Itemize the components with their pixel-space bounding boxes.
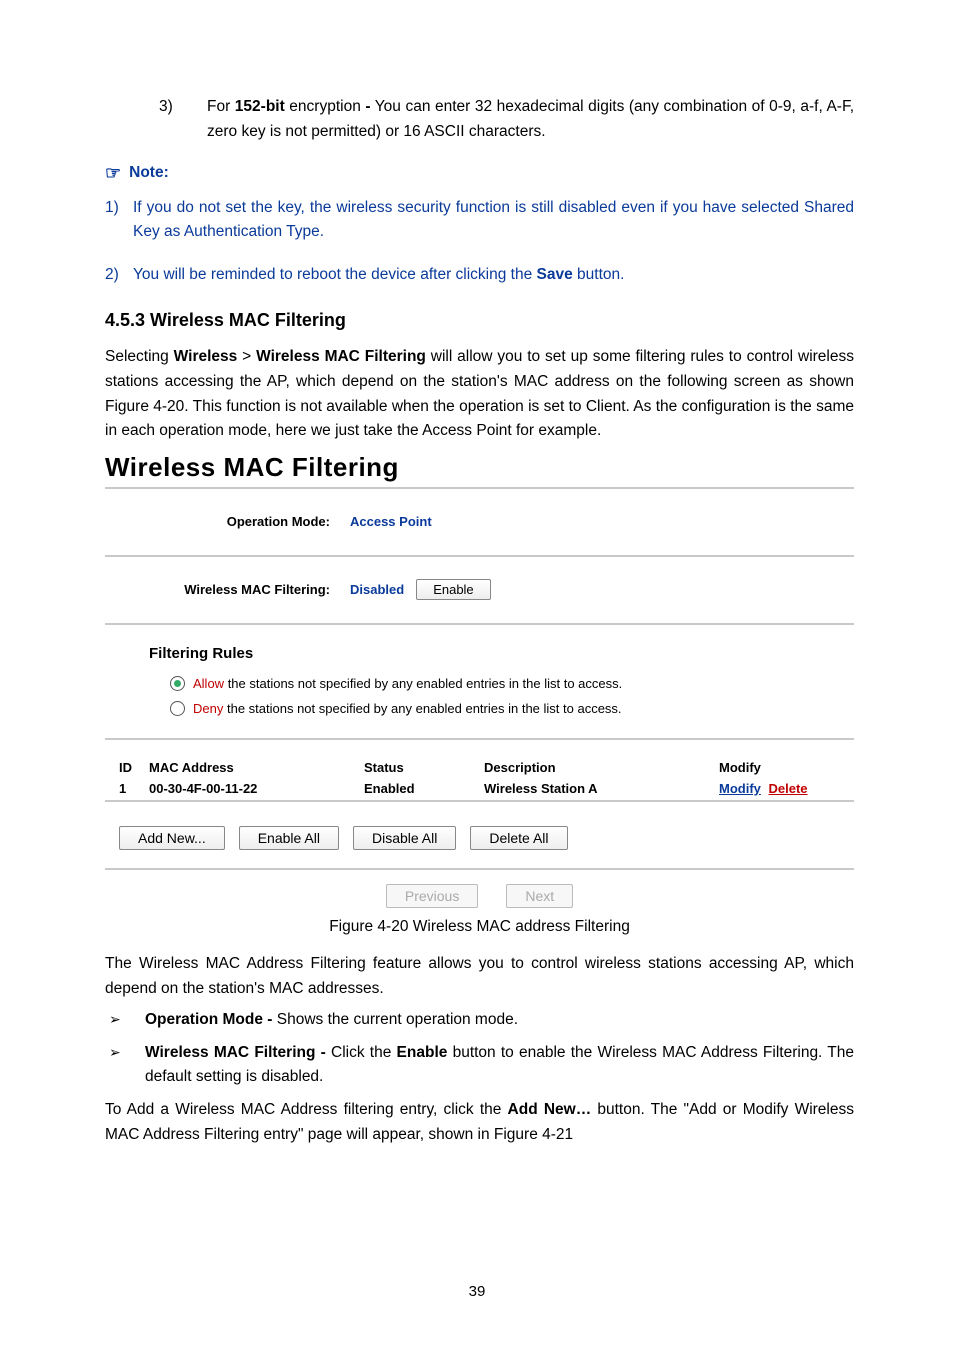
- cell-id: 1: [119, 781, 149, 796]
- table-row: 1 00-30-4F-00-11-22 Enabled Wireless Sta…: [115, 781, 844, 796]
- panel-title: Wireless MAC Filtering: [105, 452, 854, 483]
- operation-mode-label: Operation Mode:: [115, 514, 330, 529]
- cell-modify: Modify Delete: [719, 781, 844, 796]
- col-status: Status: [364, 760, 484, 775]
- filtering-rules-block: Filtering Rules Allow the stations not s…: [105, 625, 854, 740]
- section-heading: 4.5.3 Wireless MAC Filtering: [105, 310, 854, 331]
- list-item-3: 3) For 152-bit encryption - You can ente…: [137, 95, 854, 145]
- mac-filtering-panel: Operation Mode: Access Point Wireless MA…: [105, 487, 854, 910]
- wmf-label: Wireless MAC Filtering:: [115, 582, 330, 597]
- note-item-2: 2) You will be reminded to reboot the de…: [105, 263, 854, 288]
- bullet-operation-mode: ➢ Operation Mode - Shows the current ope…: [105, 1008, 854, 1033]
- note-text: You will be reminded to reboot the devic…: [133, 263, 854, 288]
- filtering-rules-heading: Filtering Rules: [149, 645, 844, 662]
- radio-deny[interactable]: [170, 701, 185, 716]
- next-button[interactable]: Next: [506, 884, 573, 908]
- page-number: 39: [0, 1283, 954, 1300]
- delete-link[interactable]: Delete: [769, 781, 808, 796]
- delete-all-button[interactable]: Delete All: [470, 826, 567, 850]
- note-item-1: 1) If you do not set the key, the wirele…: [105, 196, 854, 246]
- filtering-table-block: ID MAC Address Status Description Modify…: [105, 740, 854, 802]
- enable-all-button[interactable]: Enable All: [239, 826, 339, 850]
- note-label: Note:: [129, 164, 169, 182]
- bullet-arrow-icon: ➢: [105, 1041, 145, 1091]
- col-id: ID: [119, 760, 149, 775]
- cell-status: Enabled: [364, 781, 484, 796]
- note-number: 2): [105, 263, 133, 288]
- after-paragraph: The Wireless MAC Address Filtering featu…: [105, 952, 854, 1002]
- col-description: Description: [484, 760, 719, 775]
- bullet-wmf: ➢ Wireless MAC Filtering - Click the Ena…: [105, 1041, 854, 1091]
- add-new-button[interactable]: Add New...: [119, 826, 225, 850]
- intro-paragraph: Selecting Wireless > Wireless MAC Filter…: [105, 345, 854, 444]
- list-number: 3): [137, 95, 207, 145]
- pointing-hand-icon: ☞: [105, 163, 121, 184]
- disable-all-button[interactable]: Disable All: [353, 826, 456, 850]
- cell-description: Wireless Station A: [484, 781, 719, 796]
- cell-mac: 00-30-4F-00-11-22: [149, 781, 364, 796]
- note-text: If you do not set the key, the wireless …: [133, 196, 854, 246]
- pager-block: Previous Next: [105, 870, 854, 910]
- final-paragraph: To Add a Wireless MAC Address filtering …: [105, 1098, 854, 1148]
- rule-allow-row[interactable]: Allow the stations not specified by any …: [170, 676, 844, 691]
- operation-mode-block: Operation Mode: Access Point: [105, 489, 854, 557]
- figure-caption: Figure 4-20 Wireless MAC address Filteri…: [105, 918, 854, 936]
- previous-button[interactable]: Previous: [386, 884, 478, 908]
- radio-allow[interactable]: [170, 676, 185, 691]
- note-header: ☞ Note:: [105, 163, 854, 184]
- bullet-arrow-icon: ➢: [105, 1008, 145, 1033]
- filtering-status-block: Wireless MAC Filtering: Disabled Enable: [105, 557, 854, 625]
- col-mac: MAC Address: [149, 760, 364, 775]
- enable-button[interactable]: Enable: [416, 579, 490, 600]
- list-text: For 152-bit encryption - You can enter 3…: [207, 95, 854, 145]
- wmf-status-value: Disabled: [350, 582, 404, 597]
- rule-deny-row[interactable]: Deny the stations not specified by any e…: [170, 701, 844, 716]
- col-modify: Modify: [719, 760, 844, 775]
- table-header: ID MAC Address Status Description Modify: [115, 760, 844, 775]
- note-number: 1): [105, 196, 133, 246]
- action-buttons-block: Add New... Enable All Disable All Delete…: [105, 802, 854, 870]
- modify-link[interactable]: Modify: [719, 781, 761, 796]
- operation-mode-value: Access Point: [350, 514, 432, 529]
